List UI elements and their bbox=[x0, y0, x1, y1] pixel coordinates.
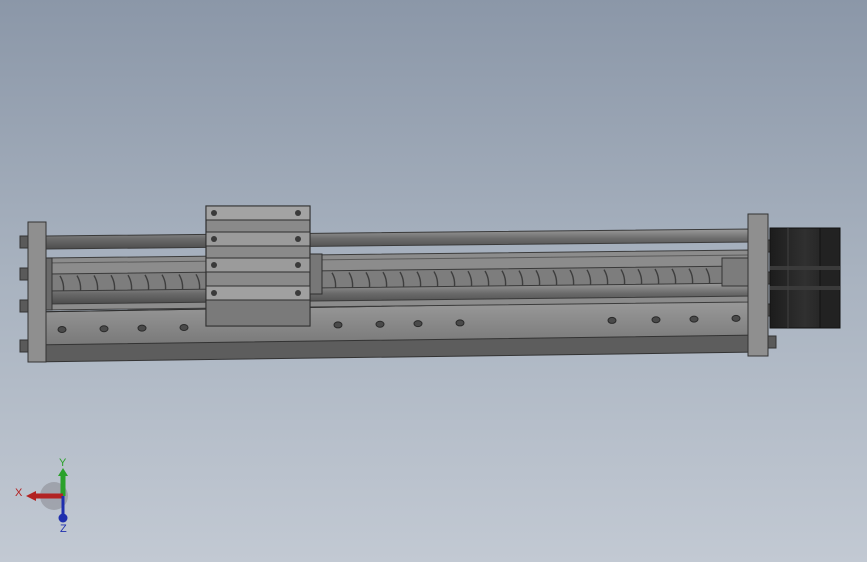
carriage-block[interactable] bbox=[205, 205, 323, 327]
stepper-motor[interactable] bbox=[769, 227, 841, 329]
carriage-screw bbox=[295, 236, 301, 242]
mounting-hole bbox=[607, 316, 617, 324]
mounting-hole bbox=[455, 319, 465, 327]
mounting-hole bbox=[413, 320, 423, 328]
carriage-screw bbox=[211, 290, 217, 296]
mounting-hole bbox=[57, 325, 67, 333]
x-axis-label: X bbox=[15, 487, 23, 499]
carriage-screw bbox=[295, 290, 301, 296]
guide-rod-upper bbox=[45, 228, 753, 250]
graphics-viewport[interactable]: Y X Z bbox=[0, 0, 867, 562]
mounting-hole bbox=[375, 320, 385, 328]
x-axis-arrow bbox=[26, 491, 36, 501]
y-axis-arrow bbox=[58, 468, 68, 476]
mounting-hole bbox=[99, 325, 109, 333]
carriage-screw bbox=[211, 262, 217, 268]
carriage-screw bbox=[295, 262, 301, 268]
mounting-hole bbox=[689, 315, 699, 323]
mounting-hole bbox=[137, 324, 147, 332]
mounting-hole bbox=[333, 321, 343, 329]
linear-stage-model[interactable] bbox=[0, 0, 867, 562]
mounting-hole bbox=[731, 314, 741, 322]
mounting-hole bbox=[651, 316, 661, 324]
orientation-triad: Y X Z bbox=[15, 457, 68, 535]
carriage-screw bbox=[211, 210, 217, 216]
carriage-screw bbox=[211, 236, 217, 242]
mounting-hole bbox=[179, 323, 189, 331]
z-axis-label: Z bbox=[60, 523, 67, 535]
y-axis-label: Y bbox=[59, 457, 67, 469]
carriage-screw bbox=[295, 210, 301, 216]
